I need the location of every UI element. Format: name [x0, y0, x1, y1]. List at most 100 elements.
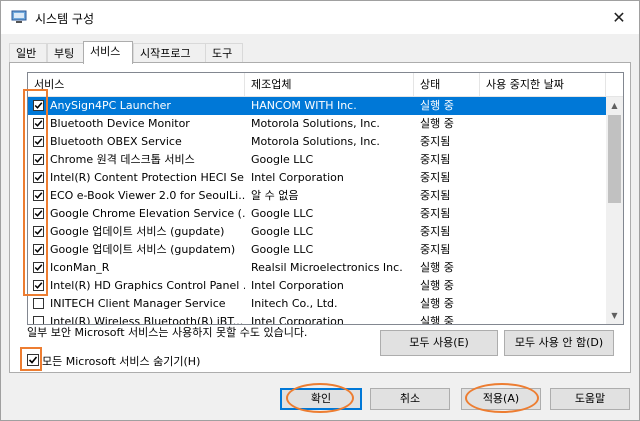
service-checkbox[interactable] — [33, 154, 44, 165]
hide-ms-checkbox-box[interactable] — [27, 354, 39, 366]
checkmark-icon — [34, 174, 43, 181]
table-row[interactable]: Google Chrome Elevation Service (... Goog… — [28, 205, 606, 223]
scroll-down-arrow-icon[interactable]: ▼ — [606, 307, 623, 324]
table-row[interactable]: Bluetooth Device Monitor Motorola Solutio… — [28, 115, 606, 133]
service-vendor: Intel Corporation — [251, 279, 344, 292]
service-status: 실행 중 — [420, 279, 454, 292]
service-name: Intel(R) Content Protection HECI Se... — [50, 171, 245, 184]
checkmark-icon — [34, 138, 43, 145]
tab-general[interactable]: 일반 — [9, 43, 47, 63]
table-row[interactable]: Google 업데이트 서비스 (gupdate) Google LLC 중지됨 — [28, 223, 606, 241]
service-vendor: Initech Co., Ltd. — [251, 297, 338, 310]
service-checkbox[interactable] — [33, 226, 44, 237]
disable-all-button[interactable]: 모두 사용 안 함(D) — [504, 330, 614, 356]
checkmark-icon — [34, 210, 43, 217]
table-row[interactable]: Chrome 원격 데스크톱 서비스 Google LLC 중지됨 — [28, 151, 606, 169]
services-list[interactable]: 서비스 제조업체 상태 사용 중지한 날짜 AnySign4PC Launche… — [27, 72, 624, 325]
checkmark-icon — [34, 246, 43, 253]
service-status: 실행 중 — [420, 99, 454, 112]
service-checkbox[interactable] — [33, 262, 44, 273]
service-checkbox[interactable] — [33, 208, 44, 219]
column-header-status[interactable]: 상태 — [414, 73, 480, 96]
apply-button[interactable]: 적용(A) — [461, 388, 541, 410]
service-name: INITECH Client Manager Service — [50, 297, 226, 310]
service-status: 중지됨 — [420, 189, 451, 202]
service-status: 실행 중 — [420, 297, 454, 310]
security-notice: 일부 보안 Microsoft 서비스는 사용하지 못할 수도 있습니다. — [27, 326, 308, 339]
service-vendor: Realsil Microelectronics Inc. — [251, 261, 403, 274]
service-checkbox[interactable] — [33, 280, 44, 291]
scroll-up-arrow-icon[interactable]: ▲ — [606, 97, 623, 114]
service-checkbox[interactable] — [33, 136, 44, 147]
service-checkbox[interactable] — [33, 172, 44, 183]
table-row[interactable]: IconMan_R Realsil Microelectronics Inc. 실행… — [28, 259, 606, 277]
vertical-scrollbar[interactable]: ▲ ▼ — [606, 97, 623, 324]
service-status: 중지됨 — [420, 171, 451, 184]
service-checkbox[interactable] — [33, 118, 44, 129]
service-vendor: Google LLC — [251, 243, 314, 256]
tab-boot[interactable]: 부팅 — [47, 43, 85, 63]
column-header-disabled-date[interactable]: 사용 중지한 날짜 — [480, 73, 606, 96]
checkmark-icon — [34, 156, 43, 163]
service-checkbox[interactable] — [33, 244, 44, 255]
service-vendor: HANCOM WITH Inc. — [251, 99, 357, 112]
service-name: Google 업데이트 서비스 (gupdate) — [50, 225, 225, 238]
hide-ms-services-label[interactable]: 모든 Microsoft 서비스 숨기기(H) — [42, 353, 200, 369]
service-name: ECO e-Book Viewer 2.0 for SeoulLi... — [50, 189, 245, 202]
list-header: 서비스 제조업체 상태 사용 중지한 날짜 — [28, 73, 623, 97]
service-checkbox[interactable] — [33, 100, 44, 111]
table-row[interactable]: Intel(R) Content Protection HECI Se... In… — [28, 169, 606, 187]
service-name: IconMan_R — [50, 261, 110, 274]
service-name: AnySign4PC Launcher — [50, 99, 171, 112]
service-name: Chrome 원격 데스크톱 서비스 — [50, 153, 195, 166]
checkmark-icon — [34, 192, 43, 199]
column-header-vendor[interactable]: 제조업체 — [245, 73, 414, 96]
scrollbar-thumb[interactable] — [608, 115, 621, 203]
service-vendor: Google LLC — [251, 207, 314, 220]
tab-services[interactable]: 서비스 — [83, 41, 133, 64]
service-status: 실행 중 — [420, 261, 454, 274]
service-vendor: Motorola Solutions, Inc. — [251, 117, 380, 130]
service-status: 중지됨 — [420, 135, 451, 148]
ok-button[interactable]: 확인 — [280, 388, 362, 410]
service-name: Bluetooth OBEX Service — [50, 135, 182, 148]
checkmark-icon — [34, 102, 43, 109]
service-name: Google Chrome Elevation Service (... — [50, 207, 245, 220]
cancel-button[interactable]: 취소 — [370, 388, 450, 410]
table-row[interactable]: Bluetooth OBEX Service Motorola Solutions… — [28, 133, 606, 151]
service-status: 실행 중 — [420, 117, 454, 130]
column-header-service[interactable]: 서비스 — [28, 73, 245, 96]
table-row[interactable]: INITECH Client Manager Service Initech Co… — [28, 295, 606, 313]
table-row[interactable]: Google 업데이트 서비스 (gupdatem) Google LLC 중지됨 — [28, 241, 606, 259]
service-status: 중지됨 — [420, 243, 451, 256]
tab-tools[interactable]: 도구 — [205, 43, 243, 63]
service-status: 중지됨 — [420, 153, 451, 166]
system-config-app-icon — [11, 10, 27, 23]
hide-ms-services-checkbox[interactable] — [25, 352, 41, 368]
enable-all-button[interactable]: 모두 사용(E) — [380, 330, 498, 356]
checkmark-icon — [28, 356, 38, 364]
system-configuration-window: 시스템 구성 ✕ 일반 부팅 서비스 시작프로그램 도구 서비스 제조업체 상태… — [0, 0, 640, 421]
service-vendor: 알 수 없음 — [251, 189, 299, 202]
service-status: 중지됨 — [420, 207, 451, 220]
title-bar: 시스템 구성 ✕ — [1, 1, 639, 34]
service-vendor: Google LLC — [251, 225, 314, 238]
table-row[interactable]: Intel(R) HD Graphics Control Panel ... In… — [28, 277, 606, 295]
checkmark-icon — [34, 282, 43, 289]
service-name: Google 업데이트 서비스 (gupdatem) — [50, 243, 236, 256]
service-vendor: Motorola Solutions, Inc. — [251, 135, 380, 148]
service-name: Bluetooth Device Monitor — [50, 117, 190, 130]
help-button[interactable]: 도움말 — [550, 388, 630, 410]
close-button[interactable]: ✕ — [599, 1, 639, 34]
checkmark-icon — [34, 228, 43, 235]
service-checkbox[interactable] — [33, 298, 44, 309]
table-row[interactable]: AnySign4PC Launcher HANCOM WITH Inc. 실행 중 — [28, 97, 606, 115]
table-row[interactable]: ECO e-Book Viewer 2.0 for SeoulLi... 알 수 … — [28, 187, 606, 205]
checkmark-icon — [34, 264, 43, 271]
checkmark-icon — [34, 120, 43, 127]
service-name: Intel(R) HD Graphics Control Panel ... — [50, 279, 245, 292]
tab-startup[interactable]: 시작프로그램 — [133, 43, 207, 79]
service-vendor: Intel Corporation — [251, 171, 344, 184]
service-checkbox[interactable] — [33, 190, 44, 201]
service-status: 실행 중 — [420, 315, 454, 325]
